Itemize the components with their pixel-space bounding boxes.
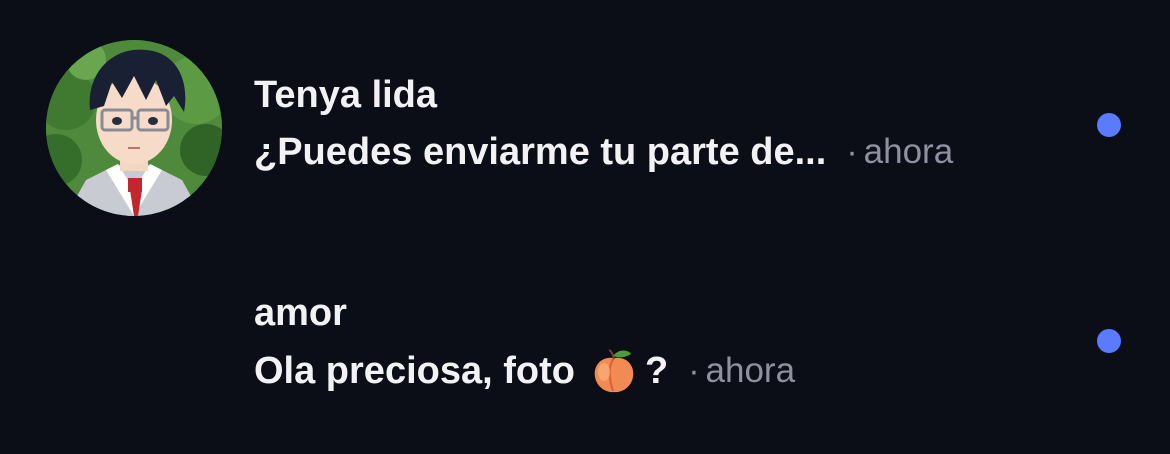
timestamp: ahora xyxy=(863,132,954,171)
message-text: amor Ola preciosa, foto ? · ahora xyxy=(254,290,1074,396)
separator-dot: · xyxy=(846,133,858,171)
unread-indicator xyxy=(1097,113,1121,137)
message-row-amor[interactable]: amor Ola preciosa, foto ? · ahora xyxy=(0,256,1170,426)
message-preview: Ola preciosa, foto xyxy=(254,350,575,392)
message-list: Tenya lida ¿Puedes enviarme tu parte de.… xyxy=(0,0,1170,454)
separator-dot: · xyxy=(688,352,700,390)
anime-character-avatar-icon xyxy=(46,40,222,216)
unread-indicator xyxy=(1097,329,1121,353)
avatar[interactable] xyxy=(46,40,222,216)
preview-line: ¿Puedes enviarme tu parte de... · ahora xyxy=(254,128,1074,176)
timestamp: ahora xyxy=(705,351,796,390)
message-preview: ¿Puedes enviarme tu parte de... xyxy=(254,131,827,173)
message-preview-tail: ? xyxy=(644,350,669,392)
preview-line: Ola preciosa, foto ? · ahora xyxy=(254,346,1074,396)
message-text: Tenya lida ¿Puedes enviarme tu parte de.… xyxy=(254,72,1074,176)
message-row-tenya[interactable]: Tenya lida ¿Puedes enviarme tu parte de.… xyxy=(0,40,1170,216)
peach-emoji-icon xyxy=(589,346,639,396)
sender-name: Tenya lida xyxy=(254,74,438,116)
sender-name: amor xyxy=(254,292,347,334)
